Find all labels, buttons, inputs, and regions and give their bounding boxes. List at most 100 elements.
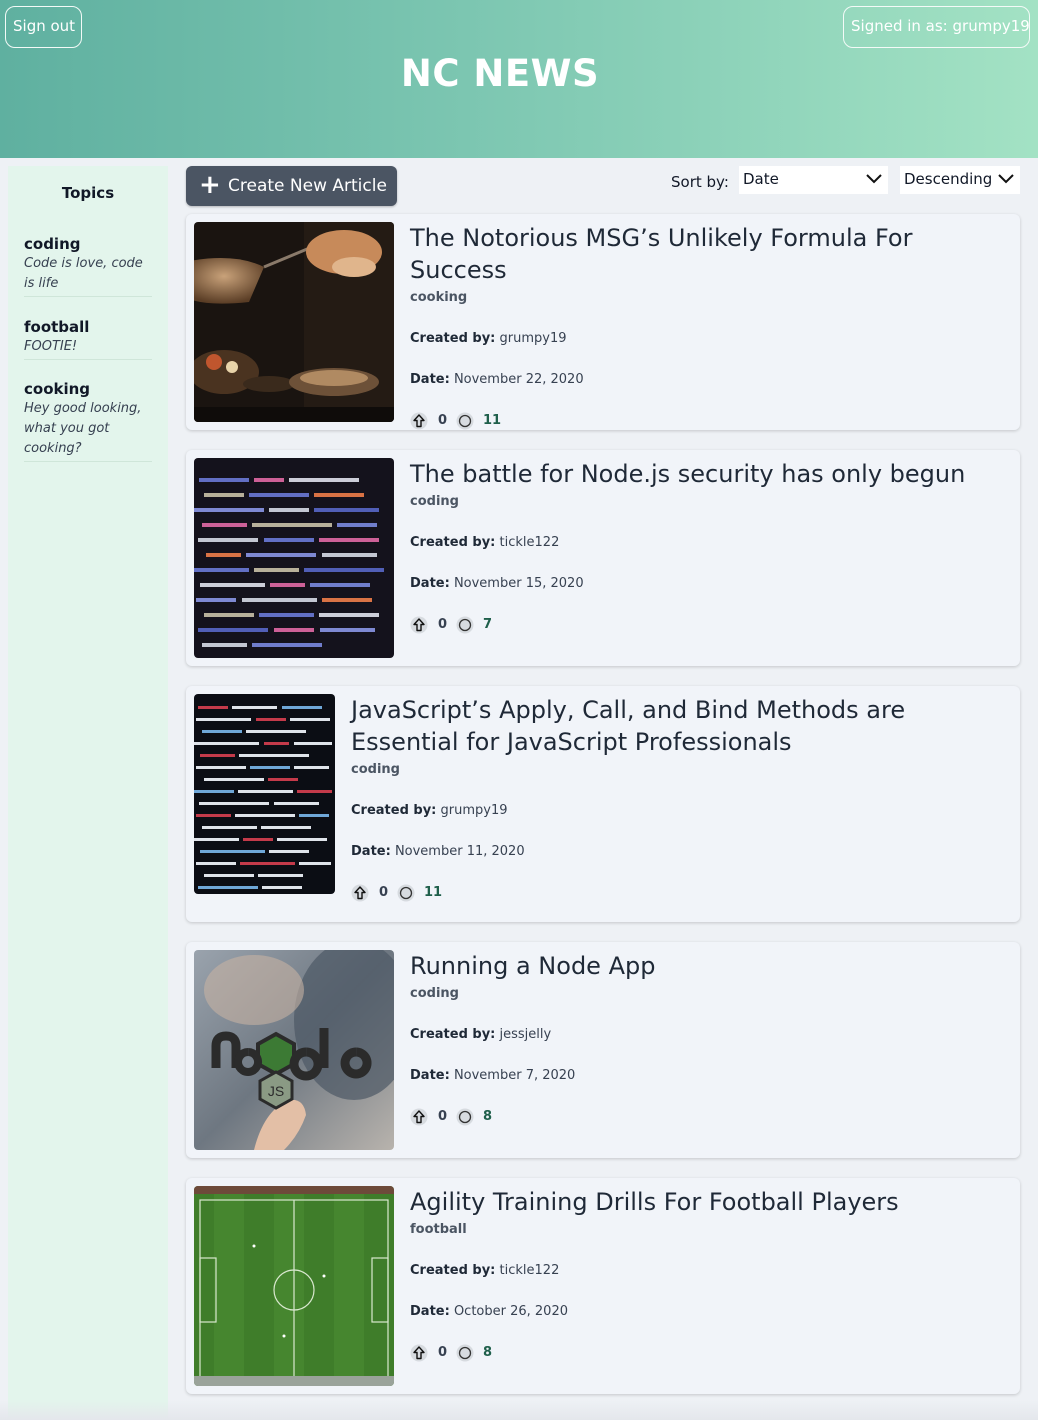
article-author: Created by: grumpy19 [410,331,1010,346]
date-value: November 22, 2020 [453,372,584,387]
create-article-label: Create New Article [228,176,387,196]
article-stats: 0 11 [351,884,1010,906]
upvote-icon[interactable] [410,616,428,634]
topic-name[interactable]: football [24,317,152,337]
article-card[interactable]: JavaScript’s Apply, Call, and Bind Metho… [186,686,1020,922]
article-title[interactable]: Agility Training Drills For Football Pla… [410,1186,1010,1218]
comment-count: 11 [424,885,443,900]
sort-by-value: Date [743,170,779,188]
article-date: Date: October 26, 2020 [410,1304,1010,1319]
article-topic: football [410,1222,467,1237]
article-title[interactable]: The Notorious MSG’s Unlikely Formula For… [410,222,1010,286]
date-label: Date: [410,372,450,387]
vote-count: 0 [379,885,389,900]
article-image[interactable] [194,694,335,894]
article-date: Date: November 7, 2020 [410,1068,1010,1083]
signed-in-user-button[interactable]: Signed in as: grumpy19 [843,6,1030,48]
date-value: October 26, 2020 [453,1304,568,1319]
topic-name[interactable]: cooking [24,379,152,399]
article-author: Created by: tickle122 [410,535,1010,550]
create-article-button[interactable]: + Create New Article [186,166,397,206]
comment-icon[interactable] [456,1108,474,1126]
created-by-label: Created by: [410,535,496,550]
date-value: November 15, 2020 [453,576,584,591]
comment-icon[interactable] [456,412,474,430]
article-title[interactable]: Running a Node App [410,950,1010,982]
article-title[interactable]: JavaScript’s Apply, Call, and Bind Metho… [351,694,1010,758]
topic-description: Code is love, code is life [24,256,143,291]
article-date: Date: November 22, 2020 [410,372,1010,387]
upvote-icon[interactable] [410,1108,428,1126]
article-topic: cooking [410,290,468,305]
upvote-icon[interactable] [410,1344,428,1362]
article-stats: 0 8 [410,1344,1010,1366]
nodejs-sticker-photo: JS [194,950,394,1150]
comment-count: 8 [483,1109,493,1124]
article-author: Created by: jessjelly [410,1027,1010,1042]
comment-icon[interactable] [456,616,474,634]
article-stats: 0 11 [410,412,1010,434]
author-name: grumpy19 [440,803,508,818]
author-name: tickle122 [499,1263,560,1278]
article-date: Date: November 11, 2020 [351,844,1010,859]
article-image[interactable] [194,222,394,422]
article-card[interactable]: JS Running a Node App coding Created by:… [186,942,1020,1158]
article-date: Date: November 15, 2020 [410,576,1010,591]
topic-description: FOOTIE! [24,339,78,354]
created-by-label: Created by: [410,1027,496,1042]
date-value: November 11, 2020 [394,844,525,859]
cooking-photo [194,222,394,422]
sidebar-item-coding[interactable]: coding Code is love, code is life [24,234,152,297]
article-topic: coding [351,762,400,777]
chevron-down-icon [866,174,882,184]
comment-icon[interactable] [397,884,415,902]
author-name: grumpy19 [499,331,567,346]
vote-count: 0 [438,617,448,632]
article-info: Agility Training Drills For Football Pla… [410,1186,1010,1366]
vote-count: 0 [438,1109,448,1124]
plus-icon: + [199,170,221,200]
upvote-icon[interactable] [351,884,369,902]
comment-count: 11 [483,413,502,428]
date-label: Date: [410,1068,450,1083]
article-image[interactable]: JS [194,950,394,1150]
article-info: The Notorious MSG’s Unlikely Formula For… [410,222,1010,434]
sidebar-item-cooking[interactable]: cooking Hey good looking, what you got c… [24,379,152,462]
scroll-fade [0,1400,1038,1420]
article-stats: 0 7 [410,616,1010,638]
article-card[interactable]: The battle for Node.js security has only… [186,450,1020,666]
comment-icon[interactable] [456,1344,474,1362]
author-name: jessjelly [499,1027,552,1042]
article-image[interactable] [194,1186,394,1386]
sort-by-select[interactable]: Date [739,166,888,194]
site-title[interactable]: NC NEWS [0,52,1000,95]
upvote-icon[interactable] [410,412,428,430]
date-label: Date: [351,844,391,859]
article-image[interactable] [194,458,394,658]
article-author: Created by: tickle122 [410,1263,1010,1278]
article-title[interactable]: The battle for Node.js security has only… [410,458,1010,490]
date-label: Date: [410,576,450,591]
comment-count: 7 [483,617,493,632]
vote-count: 0 [438,413,448,428]
sign-out-button[interactable]: Sign out [5,6,82,48]
article-stats: 0 8 [410,1108,1010,1130]
sort-order-select[interactable]: Descending [900,166,1020,194]
created-by-label: Created by: [410,1263,496,1278]
article-info: JavaScript’s Apply, Call, and Bind Metho… [351,694,1010,906]
sidebar-item-football[interactable]: football FOOTIE! [24,317,152,360]
author-name: tickle122 [499,535,560,550]
topics-sidebar: Topics coding Code is love, code is life… [8,166,168,1420]
article-topic: coding [410,986,459,1001]
article-card[interactable]: The Notorious MSG’s Unlikely Formula For… [186,214,1020,430]
sidebar-title: Topics [61,184,115,202]
topic-name[interactable]: coding [24,234,152,254]
created-by-label: Created by: [410,331,496,346]
sort-label: Sort by: [671,173,729,191]
article-topic: coding [410,494,459,509]
article-author: Created by: grumpy19 [351,803,1010,818]
svg-text:JS: JS [268,1083,284,1099]
sort-order-value: Descending [904,170,993,188]
date-label: Date: [410,1304,450,1319]
article-card[interactable]: Agility Training Drills For Football Pla… [186,1178,1020,1394]
